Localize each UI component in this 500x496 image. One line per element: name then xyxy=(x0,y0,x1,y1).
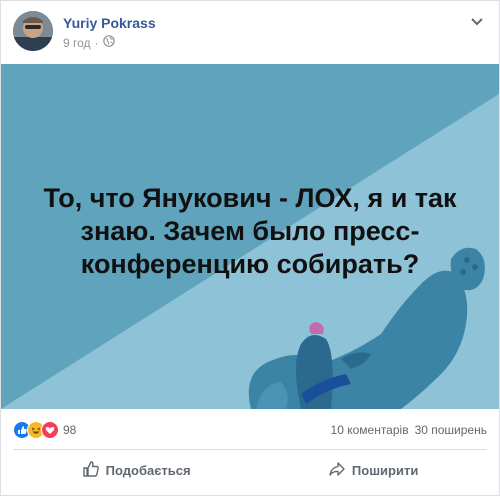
post-image[interactable]: То, что Янукович - ЛОХ, я и так знаю. За… xyxy=(1,64,499,409)
comments-count[interactable]: 10 коментарів xyxy=(331,423,409,437)
author-name[interactable]: Yuriy Pokrass xyxy=(63,15,156,31)
image-quote-text: То, что Янукович - ЛОХ, я и так знаю. За… xyxy=(43,183,457,279)
reaction-summary[interactable]: 98 xyxy=(13,421,76,439)
share-button-label: Поширити xyxy=(351,462,419,478)
reaction-count: 98 xyxy=(63,423,77,437)
like-button-label: Подобається xyxy=(105,462,191,478)
globe-icon xyxy=(102,35,115,50)
engagement-counts: 10 коментарів 30 поширень xyxy=(331,423,487,437)
chevron-down-icon[interactable] xyxy=(469,13,485,29)
post-header: Yuriy Pokrass 9 год · xyxy=(13,11,487,55)
thumbs-up-icon xyxy=(82,460,100,481)
share-button[interactable]: Поширити xyxy=(308,454,438,487)
divider xyxy=(13,449,487,450)
post-card: Yuriy Pokrass 9 год · То, что Янукович -… xyxy=(0,0,500,496)
share-arrow-icon xyxy=(328,460,346,481)
like-button[interactable]: Подобається xyxy=(62,454,211,487)
post-time[interactable]: 9 год xyxy=(63,36,91,50)
post-meta: 9 год · xyxy=(63,35,115,50)
avatar[interactable] xyxy=(13,11,53,51)
meta-separator: · xyxy=(94,35,99,50)
action-bar: Подобається Поширити xyxy=(13,453,487,487)
love-reaction-icon xyxy=(41,421,59,439)
post-stats: 98 10 коментарів 30 поширень xyxy=(13,421,487,441)
shares-count[interactable]: 30 поширень xyxy=(415,423,487,437)
